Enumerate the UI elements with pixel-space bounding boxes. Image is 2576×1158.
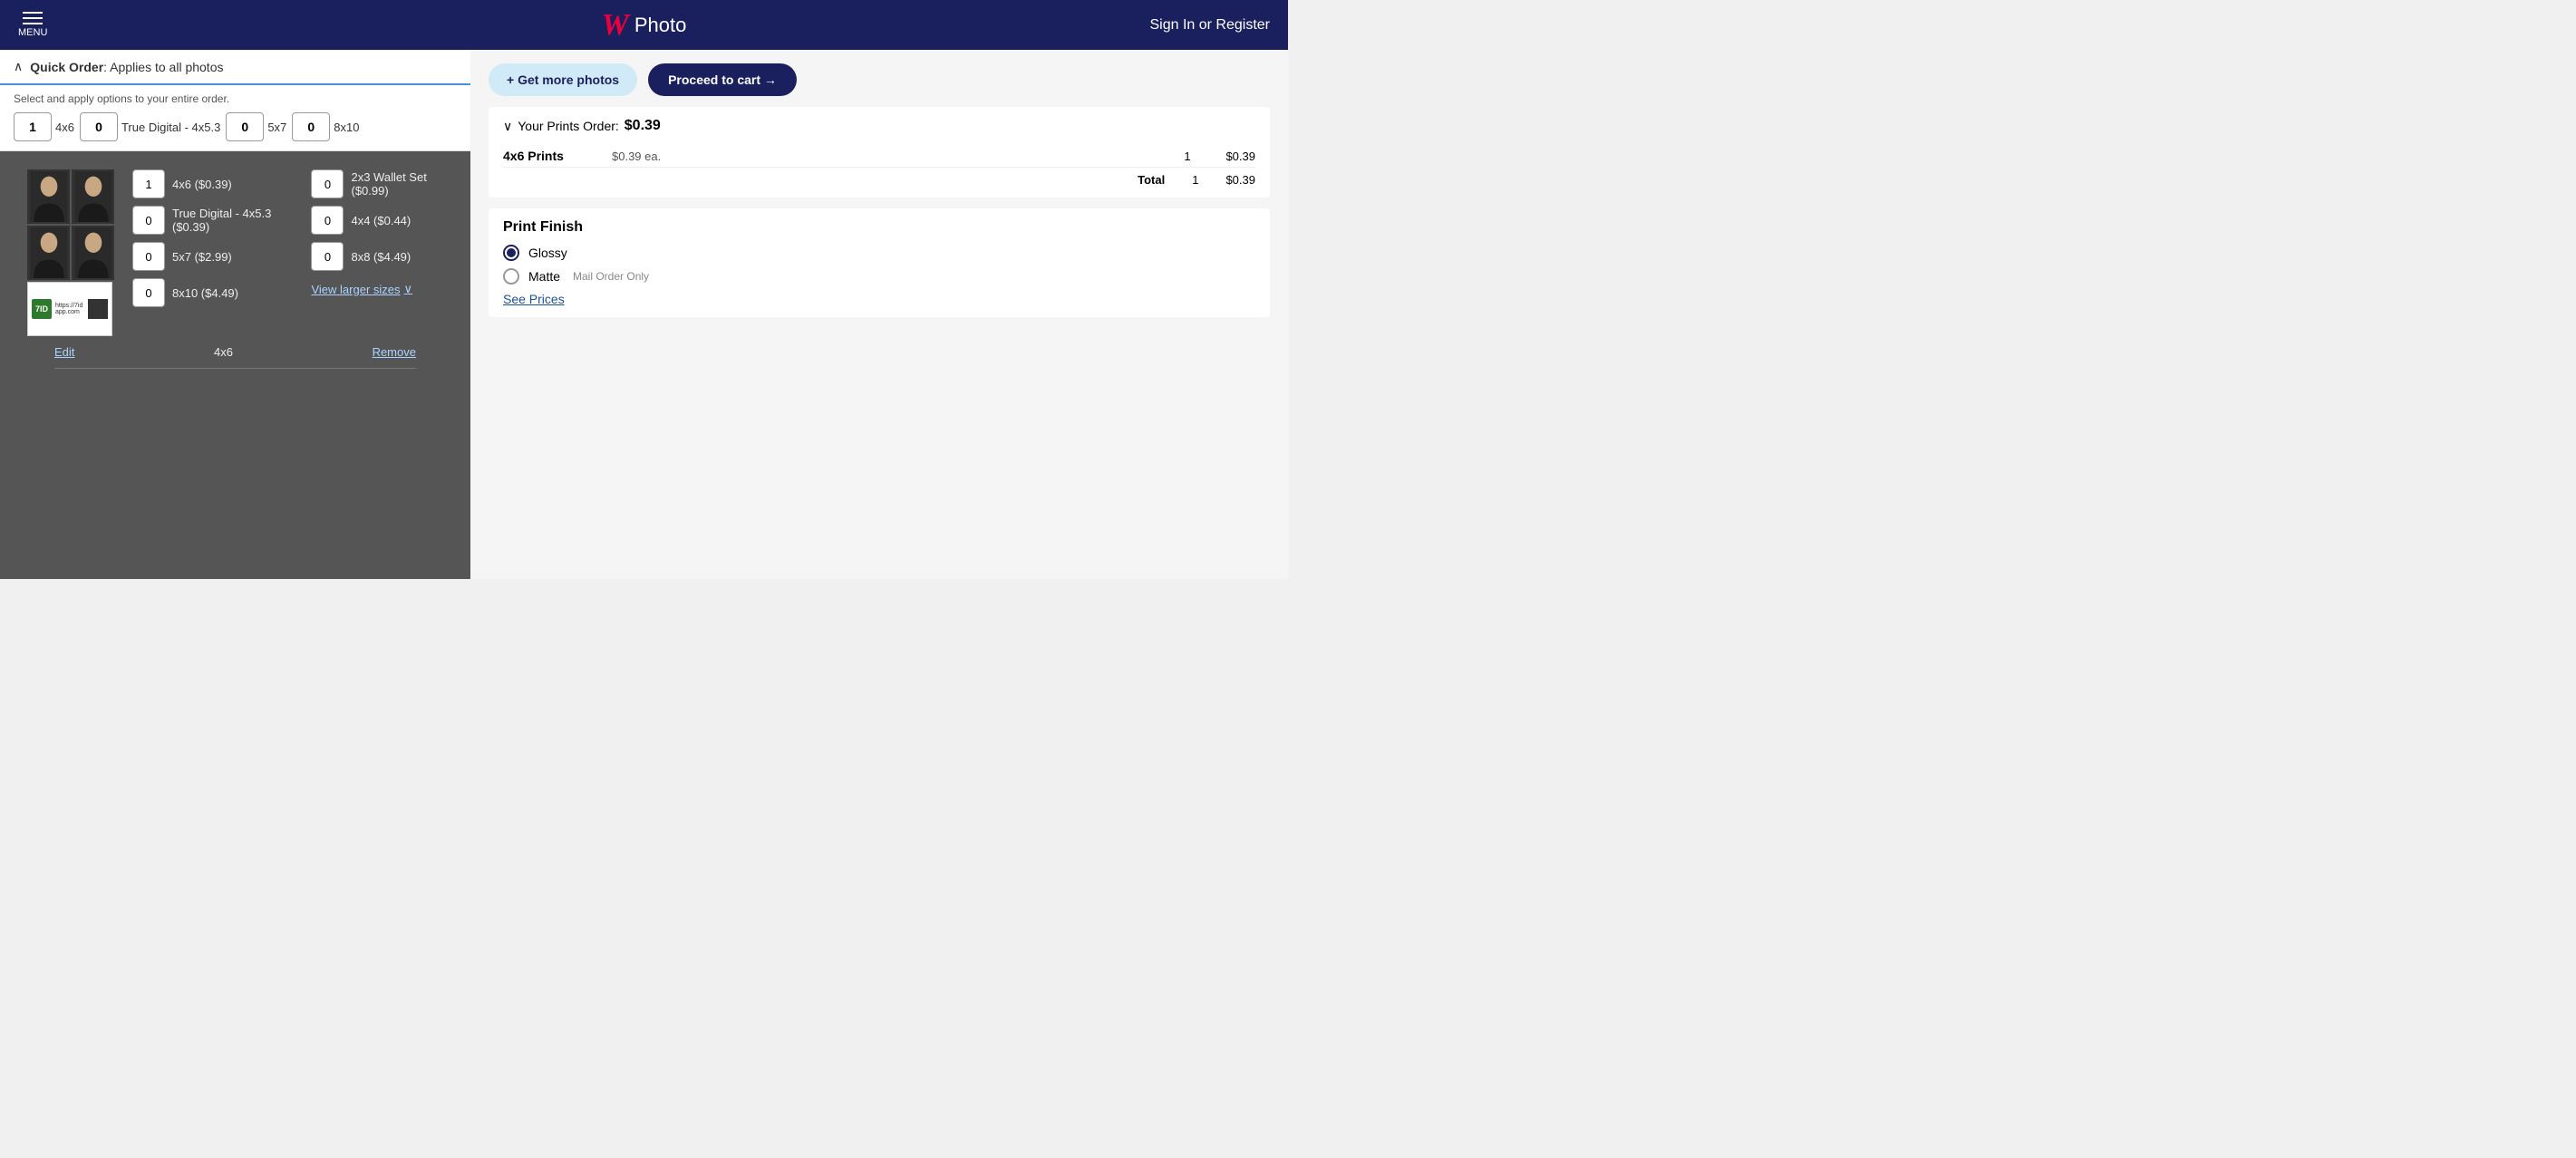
photo-thumb-3 xyxy=(27,226,70,280)
photo-row-middle xyxy=(27,226,114,280)
size-input-5x7: 5x7 xyxy=(226,112,286,141)
order-total-header-price: $0.39 xyxy=(625,118,661,134)
size-input-8x10: 8x10 xyxy=(292,112,359,141)
order-qty: 1 xyxy=(1174,150,1201,163)
order-summary-panel: ∨ Your Prints Order: $0.39 4x6 Prints $0… xyxy=(489,107,1270,198)
qty-input-4x6[interactable] xyxy=(14,112,52,141)
view-larger-link[interactable]: View larger sizes ∨ xyxy=(311,282,443,296)
size-label-5x7: 5x7 xyxy=(267,121,286,134)
total-qty: 1 xyxy=(1192,173,1198,187)
photo-thumbnails: 7ID https://7idapp.com xyxy=(27,169,114,336)
proceed-to-cart-button[interactable]: Proceed to cart → xyxy=(648,63,797,96)
app-header: MENU W Photo Sign In or Register xyxy=(0,0,1288,50)
size-column-left: 4x6 ($0.39) True Digital - 4x5.3 ($0.39)… xyxy=(132,169,284,307)
photo-row-bottom: 7ID https://7idapp.com xyxy=(27,282,114,336)
order-title-label: Your Prints Order: xyxy=(518,119,619,133)
qty-4x6[interactable] xyxy=(132,169,165,198)
option-4x6: 4x6 ($0.39) xyxy=(132,169,284,198)
size-label-4x6: 4x6 xyxy=(55,121,74,134)
photo-thumb-4 xyxy=(72,226,114,280)
order-price-ea: $0.39 ea. xyxy=(612,150,1174,163)
order-total-row: Total 1 $0.39 xyxy=(503,168,1255,187)
remove-link[interactable]: Remove xyxy=(373,345,416,359)
photo-card: 7ID https://7idapp.com 4x6 ($0.39) xyxy=(27,169,443,336)
qty-8x10[interactable] xyxy=(132,278,165,307)
quick-order-bar[interactable]: ∧ Quick Order: Applies to all photos xyxy=(0,50,470,85)
sign-in-link[interactable]: Sign In or Register xyxy=(1149,17,1270,34)
apply-options-panel: Select and apply options to your entire … xyxy=(0,85,470,151)
order-item-total: $0.39 xyxy=(1201,150,1255,163)
quick-order-text: Quick Order: Applies to all photos xyxy=(30,60,223,74)
size-input-true-digital: True Digital - 4x5.3 xyxy=(80,112,220,141)
qty-8x8[interactable] xyxy=(311,242,344,271)
photo-actions: Edit 4x6 Remove xyxy=(27,336,443,368)
chevron-down-icon: ∨ xyxy=(503,119,512,134)
qty-true-digital[interactable] xyxy=(132,206,165,235)
order-summary-header[interactable]: ∨ Your Prints Order: $0.39 xyxy=(503,118,1255,134)
size-label-true-digital: True Digital - 4x5.3 xyxy=(121,121,220,134)
qty-input-5x7[interactable] xyxy=(226,112,264,141)
option-true-digital: True Digital - 4x5.3 ($0.39) xyxy=(132,206,284,235)
matte-option[interactable]: Matte Mail Order Only xyxy=(503,268,1255,285)
qr-code xyxy=(88,299,108,319)
photo-label: Photo xyxy=(634,14,687,37)
matte-label: Matte xyxy=(528,269,560,284)
edit-link[interactable]: Edit xyxy=(54,345,74,359)
qty-input-true-digital[interactable] xyxy=(80,112,118,141)
photo-divider xyxy=(54,368,416,405)
id-card-thumbnail: 7ID https://7idapp.com xyxy=(27,282,112,336)
label-8x8: 8x8 ($4.49) xyxy=(351,250,411,264)
action-buttons: + Get more photos Proceed to cart → xyxy=(489,63,1270,96)
label-4x6: 4x6 ($0.39) xyxy=(172,178,232,191)
matte-radio[interactable] xyxy=(503,268,519,285)
print-finish-title: Print Finish xyxy=(503,219,1255,236)
size-input-4x6: 4x6 xyxy=(14,112,74,141)
label-5x7: 5x7 ($2.99) xyxy=(172,250,232,264)
chevron-down-icon: ∧ xyxy=(14,59,23,74)
photo-area: 7ID https://7idapp.com 4x6 ($0.39) xyxy=(0,151,470,579)
size-options-panel: 4x6 ($0.39) True Digital - 4x5.3 ($0.39)… xyxy=(132,169,443,307)
7id-icon: 7ID xyxy=(32,299,52,319)
label-true-digital: True Digital - 4x5.3 ($0.39) xyxy=(172,207,284,234)
size-inputs-row: 4x6 True Digital - 4x5.3 5x7 8x10 xyxy=(14,112,457,141)
total-label: Total xyxy=(1138,173,1165,187)
walgreens-w-icon: W xyxy=(602,8,629,43)
size-label-8x10: 8x10 xyxy=(334,121,359,134)
size-column-right: 2x3 Wallet Set ($0.99) 4x4 ($0.44) 8x8 (… xyxy=(311,169,443,307)
option-wallet: 2x3 Wallet Set ($0.99) xyxy=(311,169,443,198)
photo-row-top xyxy=(27,169,114,224)
option-5x7: 5x7 ($2.99) xyxy=(132,242,284,271)
main-layout: ∧ Quick Order: Applies to all photos Sel… xyxy=(0,50,1288,579)
apply-options-label: Select and apply options to your entire … xyxy=(14,92,457,105)
get-more-button[interactable]: + Get more photos xyxy=(489,63,637,96)
logo: W Photo xyxy=(602,8,687,43)
print-finish-panel: Print Finish Glossy Matte Mail Order Onl… xyxy=(489,208,1270,317)
id-url-text: https://7idapp.com xyxy=(55,303,84,315)
option-8x10: 8x10 ($4.49) xyxy=(132,278,284,307)
label-4x4: 4x4 ($0.44) xyxy=(351,214,411,227)
chevron-icon: ∨ xyxy=(404,282,413,296)
qty-4x4[interactable] xyxy=(311,206,344,235)
glossy-option[interactable]: Glossy xyxy=(503,245,1255,261)
label-wallet: 2x3 Wallet Set ($0.99) xyxy=(351,170,443,198)
glossy-label: Glossy xyxy=(528,246,567,260)
qty-input-8x10[interactable] xyxy=(292,112,330,141)
glossy-radio[interactable] xyxy=(503,245,519,261)
photo-thumb-2 xyxy=(72,169,114,224)
order-item-name: 4x6 Prints xyxy=(503,149,612,163)
menu-button[interactable]: MENU xyxy=(18,12,47,38)
right-panel: + Get more photos Proceed to cart → ∨ Yo… xyxy=(470,50,1288,579)
see-prices-link[interactable]: See Prices xyxy=(503,292,1255,306)
photo-thumb-1 xyxy=(27,169,70,224)
matte-note: Mail Order Only xyxy=(573,270,649,283)
left-panel: ∧ Quick Order: Applies to all photos Sel… xyxy=(0,50,470,579)
order-item-row: 4x6 Prints $0.39 ea. 1 $0.39 xyxy=(503,145,1255,168)
total-amount: $0.39 xyxy=(1225,173,1255,187)
size-badge: 4x6 xyxy=(214,345,233,359)
label-8x10: 8x10 ($4.49) xyxy=(172,286,238,300)
option-4x4: 4x4 ($0.44) xyxy=(311,206,443,235)
qty-5x7[interactable] xyxy=(132,242,165,271)
option-8x8: 8x8 ($4.49) xyxy=(311,242,443,271)
qty-wallet[interactable] xyxy=(311,169,344,198)
